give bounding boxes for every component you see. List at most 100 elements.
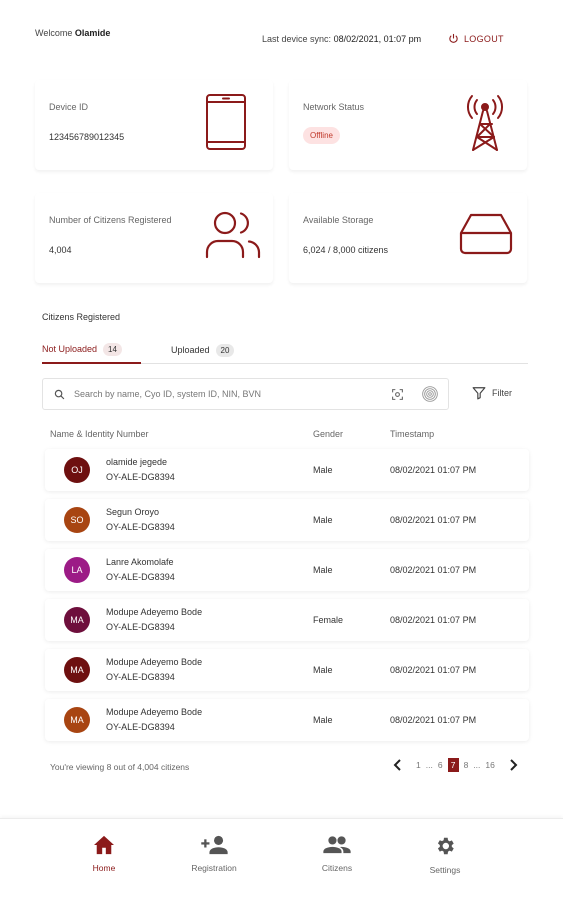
nav-label: Home [92, 863, 116, 873]
citizen-timestamp: 08/02/2021 01:07 PM [390, 715, 477, 725]
add-person-icon [201, 835, 228, 855]
users-icon [205, 211, 261, 259]
home-icon [94, 835, 114, 855]
status-badge: Offline [303, 127, 340, 144]
citizen-name: Modupe Adeyemo Bode [106, 707, 203, 717]
citizen-name: Lanre Akomolafe [106, 557, 174, 567]
chevron-right-icon[interactable] [508, 759, 518, 771]
tab-not-uploaded[interactable]: Not Uploaded 14 [42, 336, 141, 364]
search-input[interactable] [74, 380, 391, 408]
gear-icon [437, 837, 454, 855]
viewing-count-text: You're viewing 8 out of 4,004 citizens [50, 762, 190, 772]
section-title: Citizens Registered [42, 312, 121, 322]
page-1[interactable]: 1 [416, 760, 421, 770]
bottom-navigation: Home Registration Citizens Settings [0, 818, 563, 900]
avatar: SO [64, 507, 90, 533]
citizen-gender: Male [313, 465, 333, 475]
nav-citizens[interactable]: Citizens [297, 835, 377, 873]
citizen-timestamp: 08/02/2021 01:07 PM [390, 515, 477, 525]
search-box [42, 378, 449, 410]
tab-label: Not Uploaded [42, 344, 98, 354]
device-id-value: 123456789012345 [49, 132, 125, 142]
table-row[interactable]: MA Modupe Adeyemo Bode OY-ALE-DG8394 Fem… [45, 599, 529, 641]
fingerprint-icon[interactable] [422, 386, 438, 402]
nav-settings[interactable]: Settings [405, 835, 485, 875]
avatar: MA [64, 657, 90, 683]
storage-drive-icon [459, 213, 513, 255]
welcome-prefix: Welcome [35, 28, 73, 38]
table-row[interactable]: OJ olamide jegede OY-ALE-DG8394 Male 08/… [45, 449, 529, 491]
sync-value: 08/02/2021, 01:07 pm [333, 34, 422, 44]
search-icon [54, 389, 65, 399]
citizen-gender: Male [313, 565, 333, 575]
filter-button[interactable]: Filter [472, 386, 512, 400]
citizen-name: Modupe Adeyemo Bode [106, 607, 203, 617]
citizen-name: Modupe Adeyemo Bode [106, 657, 203, 667]
citizen-timestamp: 08/02/2021 01:07 PM [390, 665, 477, 675]
citizen-gender: Male [313, 515, 333, 525]
available-storage-card: Available Storage 6,024 / 8,000 citizens [289, 193, 527, 283]
table-row[interactable]: MA Modupe Adeyemo Bode OY-ALE-DG8394 Mal… [45, 699, 529, 741]
tab-bar: Not Uploaded 14 Uploaded 20 [42, 336, 528, 364]
antenna-tower-icon [467, 95, 503, 151]
logout-label: LOGOUT [464, 33, 504, 44]
nav-label: Registration [191, 863, 237, 873]
welcome-text: Welcome Olamide [35, 28, 110, 38]
page-current[interactable]: 7 [447, 758, 459, 772]
logout-button[interactable]: LOGOUT [448, 33, 504, 44]
device-id-label: Device ID [49, 102, 89, 112]
citizen-name: olamide jegede [106, 457, 168, 467]
table-row[interactable]: MA Modupe Adeyemo Bode OY-ALE-DG8394 Mal… [45, 649, 529, 691]
citizen-gender: Male [313, 715, 333, 725]
filter-label: Filter [492, 388, 512, 398]
tab-label: Uploaded [171, 345, 210, 355]
pagination: 1 ... 6 7 8 ... 16 [393, 758, 518, 772]
citizen-timestamp: 08/02/2021 01:07 PM [390, 465, 477, 475]
citizen-gender: Male [313, 665, 333, 675]
tab-count: 14 [103, 342, 122, 356]
last-sync: Last device sync: 08/02/2021, 01:07 pm [262, 34, 421, 44]
citizen-id: OY-ALE-DG8394 [106, 622, 175, 632]
power-icon [449, 33, 458, 43]
avatar: OJ [64, 457, 90, 483]
page-6[interactable]: 6 [438, 760, 443, 770]
face-scan-icon[interactable] [391, 388, 404, 401]
avatar: MA [64, 607, 90, 633]
citizen-id: OY-ALE-DG8394 [106, 572, 175, 582]
page-ellipsis: ... [425, 760, 433, 770]
avatar: MA [64, 707, 90, 733]
column-header-name: Name & Identity Number [50, 429, 149, 439]
page-16[interactable]: 16 [485, 760, 494, 770]
table-row[interactable]: SO Segun Oroyo OY-ALE-DG8394 Male 08/02/… [45, 499, 529, 541]
citizen-gender: Female [313, 615, 344, 625]
citizen-id: OY-ALE-DG8394 [106, 472, 175, 482]
avatar: LA [64, 557, 90, 583]
column-header-gender: Gender [313, 429, 344, 439]
column-header-timestamp: Timestamp [390, 429, 435, 439]
table-row[interactable]: LA Lanre Akomolafe OY-ALE-DG8394 Male 08… [45, 549, 529, 591]
nav-home[interactable]: Home [64, 835, 144, 873]
welcome-name: Olamide [74, 28, 111, 38]
nav-registration[interactable]: Registration [174, 835, 254, 873]
citizen-timestamp: 08/02/2021 01:07 PM [390, 565, 477, 575]
available-storage-label: Available Storage [303, 215, 374, 225]
citizens-registered-value: 4,004 [49, 245, 72, 255]
sync-label: Last device sync: [262, 34, 332, 44]
nav-label: Citizens [321, 863, 353, 873]
citizens-registered-card: Number of Citizens Registered 4,004 [35, 193, 273, 283]
citizen-id: OY-ALE-DG8394 [106, 672, 175, 682]
nav-label: Settings [429, 865, 461, 875]
network-status-label: Network Status [303, 102, 365, 112]
tab-uploaded[interactable]: Uploaded 20 [171, 336, 235, 364]
citizen-timestamp: 08/02/2021 01:07 PM [390, 615, 477, 625]
page-ellipsis: ... [473, 760, 481, 770]
citizen-id: OY-ALE-DG8394 [106, 522, 175, 532]
tablet-icon [206, 94, 246, 150]
people-icon [323, 836, 351, 854]
chevron-left-icon[interactable] [393, 759, 403, 771]
page-8[interactable]: 8 [464, 760, 469, 770]
network-status-card: Network Status Offline [289, 80, 527, 170]
citizen-id: OY-ALE-DG8394 [106, 722, 175, 732]
filter-icon [472, 387, 486, 400]
device-id-card: Device ID 123456789012345 [35, 80, 273, 170]
